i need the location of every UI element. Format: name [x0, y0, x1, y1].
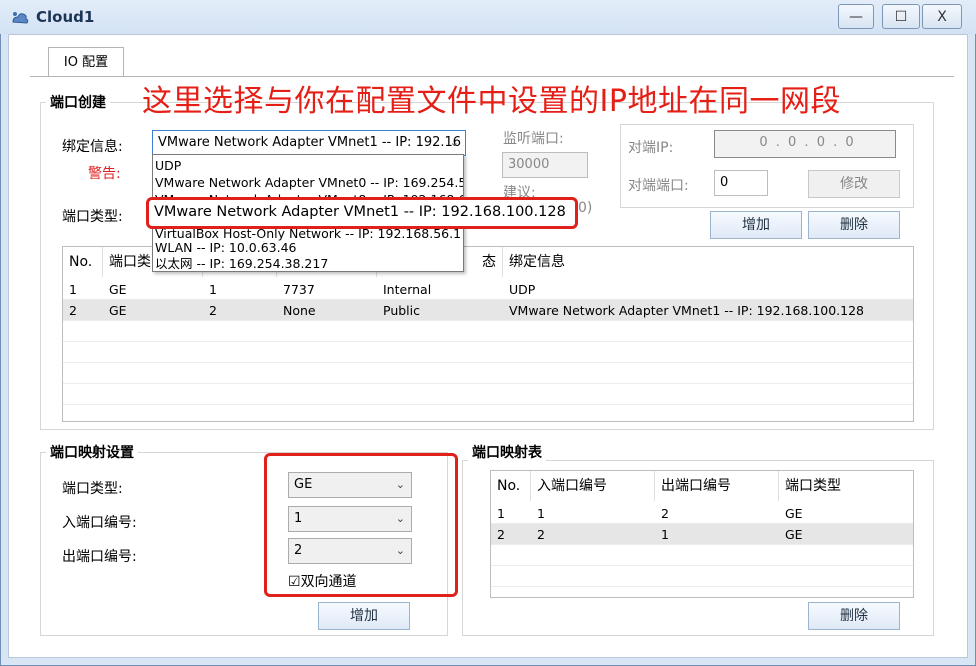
checkbox-checked-icon: ☑: [288, 574, 301, 590]
warning-label: 警告:: [88, 166, 121, 182]
table-row-empty: [63, 363, 913, 384]
table-row-empty: [63, 321, 913, 342]
table-row[interactable]: 2 2 1 GE: [491, 524, 913, 545]
listen-port-input[interactable]: 30000: [502, 152, 588, 178]
suggest-suffix: 0): [578, 200, 593, 216]
chevron-down-icon: ⌄: [395, 478, 405, 491]
cell-status: Public: [383, 303, 420, 318]
cloud-app-icon: [12, 12, 29, 24]
peer-port-input[interactable]: 0: [714, 170, 768, 196]
dropdown-option[interactable]: 以太网 -- IP: 169.254.38.217: [155, 255, 463, 272]
cell-status: Internal: [383, 282, 432, 297]
cell-type: GE: [785, 527, 803, 542]
cell-no: 2: [497, 527, 505, 542]
close-icon: X: [937, 9, 947, 25]
mapping-type-value: GE: [294, 477, 313, 492]
cell-type: GE: [109, 282, 127, 297]
cell-type: GE: [109, 303, 127, 318]
mapping-type-select[interactable]: GE ⌄: [288, 472, 412, 498]
cell-in-port: 1: [537, 506, 545, 521]
mapping-table-title: 端口映射表: [468, 442, 546, 462]
out-port-select[interactable]: 2 ⌄: [288, 538, 412, 564]
cell-port-no: 1: [209, 282, 217, 297]
table-row[interactable]: 1 1 2 GE: [491, 503, 913, 524]
col-in-port: 入端口编号: [531, 471, 655, 501]
maximize-button[interactable]: ☐: [882, 4, 920, 29]
table-row-empty: [491, 566, 913, 587]
cell-binding: VMware Network Adapter VMnet1 -- IP: 192…: [509, 303, 865, 318]
out-port-label: 出端口编号:: [62, 549, 137, 565]
binding-select-value: VMware Network Adapter VMnet1 -- IP: 192…: [158, 135, 462, 150]
cell-out-port: 2: [661, 506, 669, 521]
dropdown-option[interactable]: WLAN -- IP: 10.0.63.46: [155, 239, 463, 256]
cell-out-port: 1: [661, 527, 669, 542]
chevron-down-icon: ⌄: [395, 544, 405, 557]
col-port-type: 端口类型: [785, 478, 841, 494]
col-no: No.: [491, 471, 531, 501]
modify-button[interactable]: 修改: [808, 170, 900, 198]
chevron-down-icon: ⌄: [449, 136, 459, 149]
cell-no: 1: [69, 282, 77, 297]
close-button[interactable]: X: [922, 4, 962, 29]
cell-no: 2: [69, 303, 77, 318]
port-creation-title: 端口创建: [46, 92, 110, 112]
mapping-table: No. 入端口编号 出端口编号 端口类型 1 1 2 GE 2 2 1 GE: [490, 470, 914, 598]
col-binding: 绑定信息: [509, 254, 565, 270]
add-mapping-button[interactable]: 增加: [318, 602, 410, 630]
delete-port-button[interactable]: 删除: [808, 211, 900, 239]
peer-port-label: 对端端口:: [628, 178, 689, 194]
dropdown-option[interactable]: UDP: [155, 157, 463, 174]
table-row-empty: [491, 545, 913, 566]
title-bar[interactable]: [0, 0, 976, 34]
annotation-text: 这里选择与你在配置文件中设置的IP地址在同一网段: [142, 84, 841, 119]
cell-udp-port: 7737: [283, 282, 315, 297]
out-port-value: 2: [294, 543, 303, 558]
col-no: No.: [63, 247, 103, 277]
chevron-down-icon: ⌄: [395, 512, 405, 525]
cell-port-no: 2: [209, 303, 217, 318]
dropdown-option-selected[interactable]: VMware Network Adapter VMnet1 -- IP: 192…: [154, 204, 566, 220]
table-row-empty: [63, 384, 913, 405]
cell-no: 1: [497, 506, 505, 521]
port-type-label: 端口类型:: [62, 209, 123, 225]
table-row[interactable]: 2 GE 2 None Public VMware Network Adapte…: [63, 300, 913, 321]
col-out-port: 出端口编号: [655, 471, 779, 501]
cell-udp-port: None: [283, 303, 316, 318]
listen-port-label: 监听端口:: [503, 131, 564, 147]
bidirectional-checkbox[interactable]: ☑双向通道: [288, 571, 357, 591]
cell-in-port: 2: [537, 527, 545, 542]
in-port-label: 入端口编号:: [62, 515, 137, 531]
add-port-button[interactable]: 增加: [710, 211, 802, 239]
window-title: Cloud1: [36, 8, 95, 26]
port-mapping-title: 端口映射设置: [46, 442, 138, 462]
bidirectional-label: 双向通道: [300, 574, 357, 590]
in-port-select[interactable]: 1 ⌄: [288, 506, 412, 532]
mapping-type-label: 端口类型:: [62, 481, 123, 497]
port-table: No. 端口类 态 绑定信息 1 GE 1 7737 Internal UDP …: [62, 246, 914, 422]
delete-mapping-button[interactable]: 删除: [808, 602, 900, 630]
maximize-icon: ☐: [894, 9, 908, 25]
cell-binding: UDP: [509, 282, 536, 297]
table-row[interactable]: 1 GE 1 7737 Internal UDP: [63, 279, 913, 300]
table-row-empty: [63, 342, 913, 363]
tab-io-config[interactable]: IO 配置: [48, 47, 124, 77]
minimize-icon: —: [849, 9, 863, 25]
cell-type: GE: [785, 506, 803, 521]
binding-select[interactable]: VMware Network Adapter VMnet1 -- IP: 192…: [152, 130, 466, 156]
peer-ip-input[interactable]: 0 . 0 . 0 . 0: [714, 130, 896, 158]
minimize-button[interactable]: —: [838, 4, 874, 29]
in-port-value: 1: [294, 511, 303, 526]
peer-ip-label: 对端IP:: [628, 140, 674, 156]
binding-label: 绑定信息:: [62, 139, 123, 155]
dropdown-option[interactable]: VMware Network Adapter VMnet0 -- IP: 169…: [155, 174, 463, 191]
